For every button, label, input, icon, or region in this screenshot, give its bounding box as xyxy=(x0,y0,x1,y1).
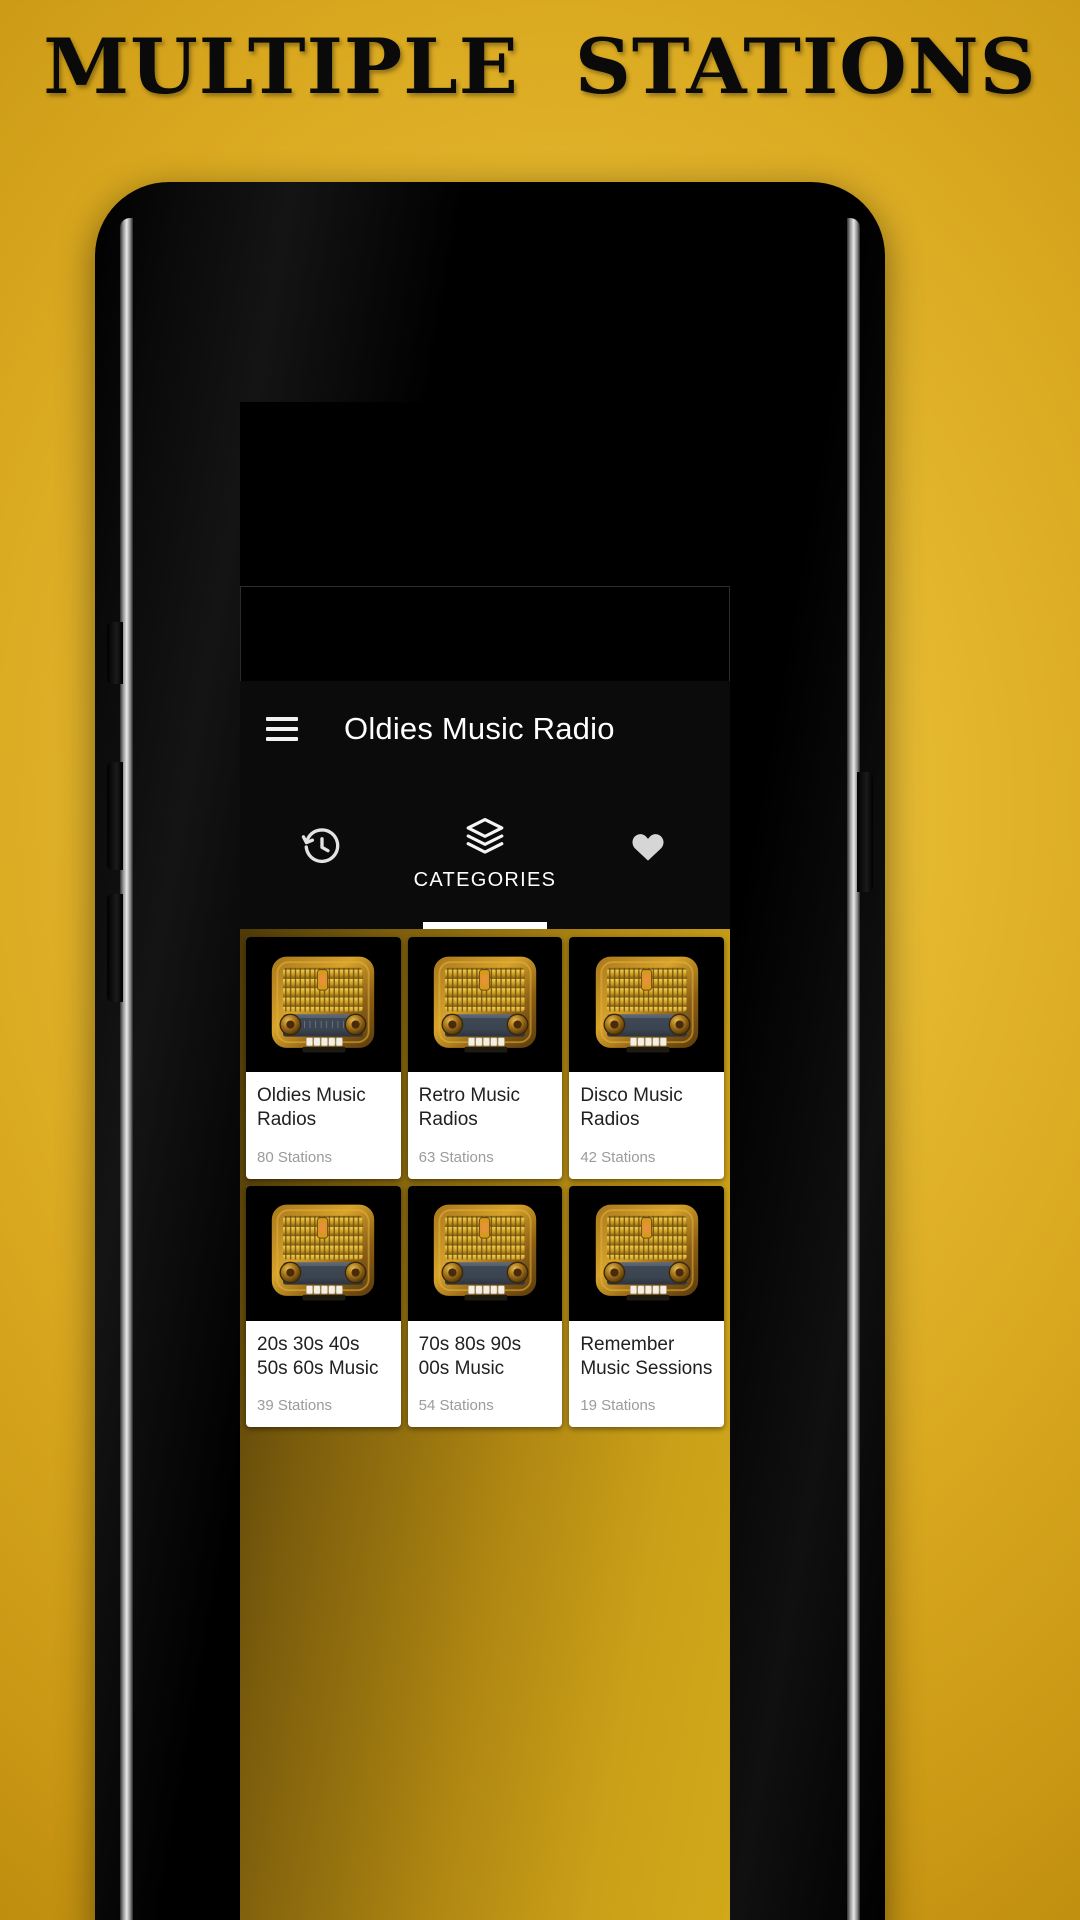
category-thumbnail xyxy=(569,1185,724,1321)
vintage-radio-icon xyxy=(267,1199,379,1307)
tab-bar: CATEGORIES xyxy=(240,777,730,929)
category-title: Retro Music Radios xyxy=(418,1085,521,1131)
vintage-radio-icon xyxy=(429,1199,541,1307)
category-list: Oldies Music Radios 80 Stations Retro Mu… xyxy=(240,929,730,1920)
tab-history[interactable] xyxy=(240,777,403,929)
app-bar: Oldies Music Radio xyxy=(240,681,730,777)
volume-down-button[interactable] xyxy=(107,894,123,1002)
category-info: Remember Music Sessions 19 Stations xyxy=(569,1321,724,1428)
tab-categories-label: CATEGORIES xyxy=(413,868,557,891)
category-title: Remember Music Sessions xyxy=(580,1333,713,1379)
category-title: Oldies Music Radios xyxy=(257,1085,366,1131)
vintage-radio-icon xyxy=(591,951,703,1059)
silent-switch-button[interactable] xyxy=(107,622,123,684)
banner: MULTIPLE STATIONS xyxy=(0,0,1080,132)
category-thumbnail xyxy=(246,937,401,1072)
category-station-count: 39 Stations xyxy=(257,1397,333,1415)
category-grid: Oldies Music Radios 80 Stations Retro Mu… xyxy=(246,937,724,1428)
banner-title: MULTIPLE STATIONS xyxy=(43,21,1037,111)
page-title: Oldies Music Radio xyxy=(344,711,615,746)
phone-right-rail xyxy=(847,218,860,1920)
heart-icon xyxy=(629,828,667,866)
category-card[interactable]: Remember Music Sessions 19 Stations xyxy=(569,1185,724,1428)
category-thumbnail xyxy=(569,937,724,1072)
category-thumbnail xyxy=(407,937,563,1072)
category-thumbnail xyxy=(246,1185,401,1321)
phone-mockup: Oldies Music Radio CATEGORIES Oldies Mus… xyxy=(95,182,885,1920)
category-thumbnail xyxy=(407,1185,563,1321)
category-station-count: 19 Stations xyxy=(580,1397,656,1415)
phone-screen: Oldies Music Radio CATEGORIES Oldies Mus… xyxy=(240,402,730,1920)
category-info: 20s 30s 40s 50s 60s Music 39 Stations xyxy=(246,1321,401,1428)
vintage-radio-icon xyxy=(429,951,541,1059)
category-card[interactable]: Disco Music Radios 42 Stations xyxy=(569,937,724,1179)
vintage-radio-icon xyxy=(591,1199,703,1307)
category-info: 70s 80s 90s 00s Music 54 Stations xyxy=(408,1321,563,1428)
power-button[interactable] xyxy=(857,772,873,892)
category-station-count: 54 Stations xyxy=(418,1397,494,1415)
category-card[interactable]: 20s 30s 40s 50s 60s Music 39 Stations xyxy=(246,1185,401,1428)
category-info: Oldies Music Radios 80 Stations xyxy=(246,1072,401,1179)
category-card[interactable]: Oldies Music Radios 80 Stations xyxy=(246,937,401,1179)
category-station-count: 42 Stations xyxy=(580,1148,656,1166)
category-card[interactable]: 70s 80s 90s 00s Music 54 Stations xyxy=(407,1185,563,1428)
category-info: Retro Music Radios 63 Stations xyxy=(408,1072,563,1179)
tab-categories[interactable]: CATEGORIES xyxy=(403,777,566,929)
volume-up-button[interactable] xyxy=(107,762,123,870)
category-station-count: 63 Stations xyxy=(418,1148,494,1166)
hamburger-menu-icon[interactable] xyxy=(266,717,298,741)
category-card[interactable]: Retro Music Radios 63 Stations xyxy=(407,937,563,1179)
category-station-count: 80 Stations xyxy=(257,1148,333,1166)
vintage-radio-icon xyxy=(267,951,379,1059)
ad-banner-slot[interactable] xyxy=(240,586,730,681)
category-title: Disco Music Radios xyxy=(580,1085,683,1131)
tab-active-indicator xyxy=(422,922,548,929)
category-title: 20s 30s 40s 50s 60s Music xyxy=(257,1333,379,1379)
category-info: Disco Music Radios 42 Stations xyxy=(569,1072,724,1179)
layers-icon xyxy=(464,815,506,857)
category-title: 70s 80s 90s 00s Music xyxy=(418,1333,522,1379)
phone-left-rail xyxy=(120,218,133,1920)
history-clock-icon xyxy=(301,826,343,868)
tab-favorites[interactable] xyxy=(567,777,730,929)
